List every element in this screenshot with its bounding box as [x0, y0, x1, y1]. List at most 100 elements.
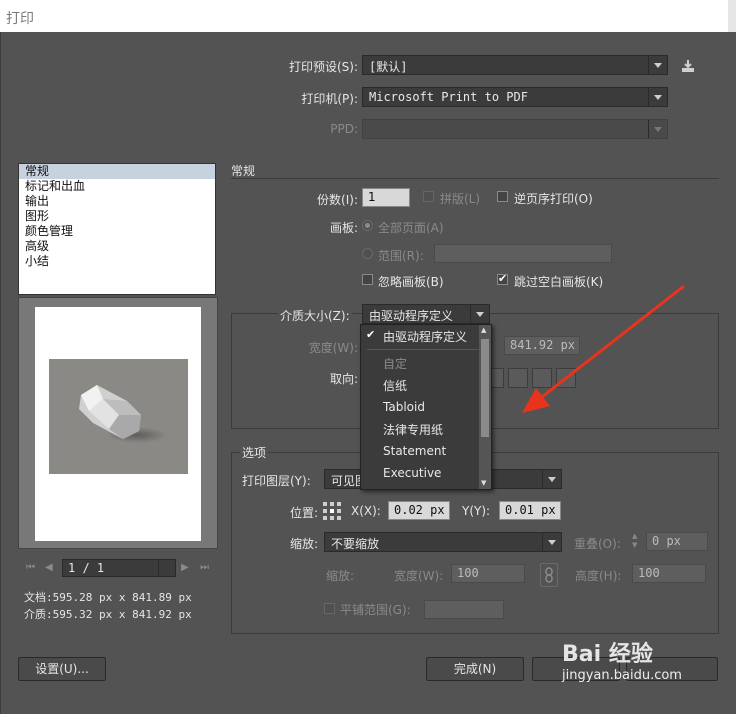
category-list[interactable]: 常规 标记和出血 输出 图形 颜色管理 高级 小结 [18, 163, 216, 295]
prev-page-icon[interactable]: ◀ [45, 562, 53, 573]
scaling-value: 不要缩放 [331, 537, 380, 551]
nav-item-graphics[interactable]: 图形 [19, 209, 215, 224]
printer-label: 打印机(P): [301, 92, 358, 106]
page-navigator: ⏮ ◀ 1 / 1 ▶ ⏭ [18, 558, 218, 580]
nav-item-advanced[interactable]: 高级 [19, 239, 215, 254]
position-y-input[interactable]: 0.01 px [499, 501, 561, 520]
nav-item-marks-bleed[interactable]: 标记和出血 [19, 179, 215, 194]
annotation-arrow-icon [512, 280, 692, 420]
range-radio[interactable] [362, 248, 373, 259]
copies-label: 份数(I): [317, 193, 358, 207]
scale-label: 缩放: [326, 569, 355, 583]
media-size-dropdown[interactable]: 由驱动程序定义 [362, 304, 490, 324]
general-section-title: 常规 [231, 164, 256, 178]
skip-blank-checkbox[interactable] [497, 272, 508, 285]
link-proportions-icon[interactable] [540, 563, 558, 587]
scale-width-input[interactable]: 100 [451, 564, 525, 583]
page-value: 1 / 1 [68, 561, 105, 575]
all-pages-label: 全部页面(A) [378, 221, 444, 235]
overlap-value: 0 px [652, 534, 681, 548]
ignore-artboards-checkbox[interactable] [362, 274, 373, 285]
reference-point-icon[interactable] [322, 501, 342, 521]
print-layers-label: 打印图层(Y): [242, 474, 311, 488]
document-size: 文档:595.28 px x 841.89 px [24, 591, 192, 604]
overlap-stepper-icon[interactable]: ▲ ▼ [632, 532, 644, 552]
overlap-input[interactable]: 0 px [646, 532, 708, 551]
nav-item-general[interactable]: 常规 [19, 164, 215, 179]
save-preset-icon[interactable] [680, 58, 696, 74]
scale-height-input[interactable]: 100 [632, 564, 706, 583]
scroll-up-icon[interactable]: ▲ [481, 326, 486, 334]
preset-value: [默认] [369, 60, 408, 74]
tile-range-label: 平铺范围(G): [340, 603, 411, 617]
printer-dropdown[interactable]: Microsoft Print to PDF [362, 87, 668, 107]
preset-label: 打印预设(S): [288, 60, 358, 74]
menu-scrollbar[interactable]: ▲ ▼ [479, 325, 491, 489]
collate-checkbox[interactable] [423, 191, 434, 202]
reverse-order-label: 逆页序打印(O) [514, 192, 593, 206]
last-page-icon[interactable]: ⏭ [200, 562, 209, 573]
artboard-label: 画板: [329, 221, 358, 235]
scale-height-label: 高度(H): [575, 569, 622, 583]
tile-range-input[interactable] [424, 600, 504, 619]
done-button[interactable]: 完成(N) [426, 657, 524, 681]
nav-item-output[interactable]: 输出 [19, 194, 215, 209]
scale-width-label: 宽度(W): [394, 569, 444, 583]
copies-value: 1 [368, 190, 376, 204]
all-pages-radio[interactable] [362, 220, 373, 231]
scroll-down-icon[interactable]: ▼ [481, 479, 486, 487]
media-width-label: 宽度(W): [308, 341, 358, 355]
media-option-letter[interactable]: 信纸 [383, 377, 407, 394]
position-x-input[interactable]: 0.02 px [388, 501, 450, 520]
baidu-watermark: Bai 经验 jingyan.baidu.com [562, 636, 682, 683]
tile-range-checkbox[interactable] [324, 603, 335, 614]
media-option-driver[interactable]: 由驱动程序定义 [383, 328, 467, 345]
preview-page [35, 307, 201, 541]
first-page-icon[interactable]: ⏮ [26, 562, 35, 573]
chevron-down-icon [542, 470, 561, 488]
scaling-label: 缩放: [290, 537, 319, 551]
media-option-statement[interactable]: Statement [383, 444, 446, 458]
printer-value: Microsoft Print to PDF [369, 90, 528, 104]
section-divider [231, 178, 719, 179]
setup-button[interactable]: 设置(U)... [18, 657, 106, 681]
position-x-value: 0.02 px [394, 503, 445, 517]
nav-item-summary[interactable]: 小结 [19, 254, 215, 269]
print-preview[interactable] [18, 297, 218, 549]
options-section-title: 选项 [240, 444, 269, 461]
collate-label: 拼版(L) [440, 192, 481, 206]
chevron-down-icon [648, 88, 667, 106]
chevron-down-icon [542, 533, 561, 551]
page-field[interactable]: 1 / 1 [62, 559, 176, 577]
artwork-thumbnail [49, 359, 188, 474]
ppd-dropdown[interactable] [362, 119, 668, 139]
watermark-brand: Bai 经验 [562, 642, 653, 667]
media-size-menu: ✔ 由驱动程序定义 自定 信纸 Tabloid 法律专用纸 Statement … [360, 324, 492, 490]
media-size-label: 介质大小(Z): [278, 307, 352, 324]
orientation-label: 取向: [329, 372, 358, 386]
scrollbar-thumb[interactable] [481, 339, 489, 437]
close-button[interactable] [728, 0, 736, 32]
media-option-executive[interactable]: Executive [383, 466, 441, 480]
position-label: 位置: [290, 506, 319, 520]
scaling-dropdown[interactable]: 不要缩放 [324, 532, 562, 552]
preset-dropdown[interactable]: [默认] [362, 55, 668, 75]
position-x-label: X(X): [351, 504, 381, 518]
reverse-order-checkbox[interactable] [497, 191, 508, 202]
ppd-label: PPD: [330, 122, 358, 136]
next-page-icon[interactable]: ▶ [181, 562, 189, 573]
media-option-legal[interactable]: 法律专用纸 [383, 421, 443, 438]
position-y-value: 0.01 px [505, 503, 556, 517]
copies-input[interactable]: 1 [362, 188, 410, 207]
media-size-value: 由驱动程序定义 [369, 309, 454, 323]
range-input[interactable] [434, 244, 612, 263]
media-option-tabloid[interactable]: Tabloid [383, 400, 425, 414]
range-label: 范围(R): [378, 249, 424, 263]
chevron-down-icon [648, 120, 667, 138]
scale-width-value: 100 [457, 566, 479, 580]
media-option-custom: 自定 [383, 357, 408, 371]
media-size-info: 介质:595.32 px x 841.92 px [24, 608, 192, 621]
nav-item-color-management[interactable]: 颜色管理 [19, 224, 215, 239]
window-title: 打印 [6, 11, 34, 27]
chevron-down-icon [470, 305, 489, 323]
